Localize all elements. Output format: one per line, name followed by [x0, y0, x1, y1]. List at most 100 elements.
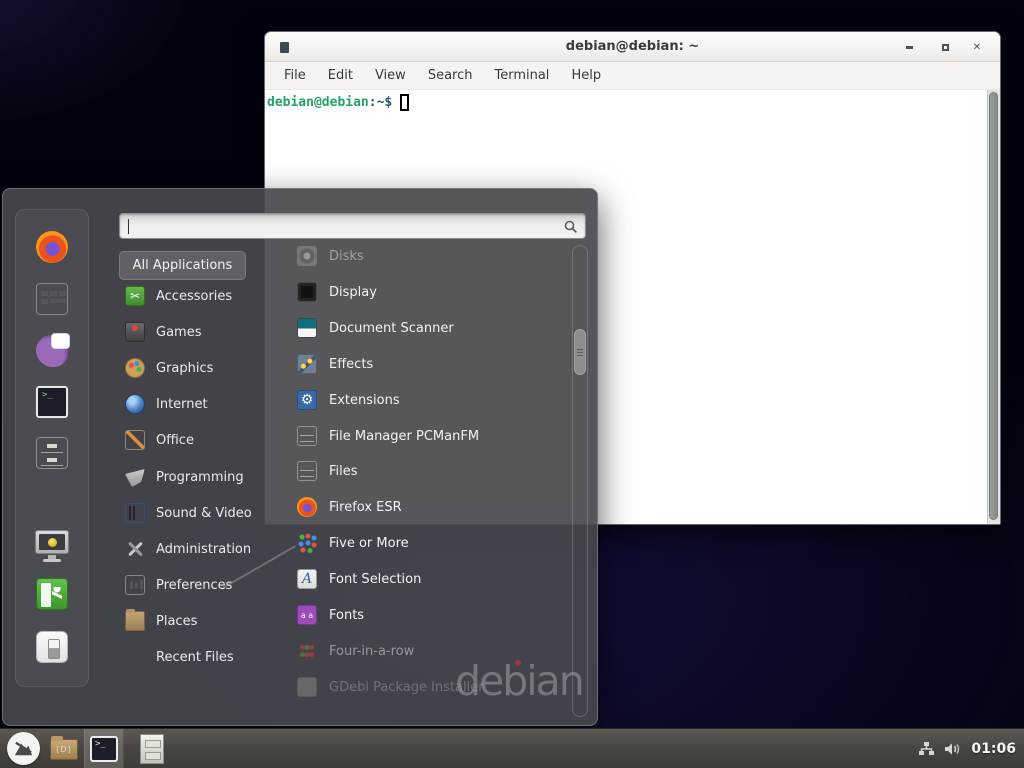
no-icon	[125, 647, 145, 667]
app-label: Font Selection	[329, 572, 421, 587]
terminal-scrollbar[interactable]	[987, 90, 1000, 524]
menu-view[interactable]: View	[364, 62, 417, 90]
search-icon	[564, 220, 578, 234]
close-button[interactable]: ✕	[964, 32, 990, 62]
terminal-titlebar[interactable]: debian@debian: ~ ✕	[265, 32, 1000, 62]
menu-edit[interactable]: Edit	[317, 62, 364, 90]
app-item-firefox-esr[interactable]: Firefox ESR	[285, 492, 569, 522]
category-games[interactable]: Games	[119, 317, 271, 347]
category-label: Programming	[156, 470, 244, 485]
category-programming[interactable]: Programming	[119, 462, 271, 492]
minimize-icon	[906, 46, 913, 49]
start-menu-icon	[12, 737, 35, 760]
favorite-firefox[interactable]	[34, 229, 70, 265]
volume-icon[interactable]	[944, 741, 962, 757]
programming-icon	[125, 467, 145, 487]
file-manager-launcher[interactable]	[48, 733, 80, 765]
app-item-document-scanner[interactable]: Document Scanner	[285, 313, 569, 343]
maximize-button[interactable]	[932, 32, 958, 62]
favorite-pidgin[interactable]	[34, 333, 70, 369]
app-label: Four-in-a-row	[329, 644, 414, 659]
menu-scrollbar-thumb[interactable]	[574, 329, 586, 375]
favorite-file-manager[interactable]	[34, 435, 70, 471]
file-manager-folder-icon	[50, 739, 78, 760]
category-office[interactable]: Office	[119, 425, 271, 455]
category-label: Office	[156, 433, 194, 448]
terminal-menubar: File Edit View Search Terminal Help	[265, 62, 1000, 90]
app-item-files[interactable]: Files	[285, 456, 569, 486]
app-item-effects[interactable]: Effects	[285, 349, 569, 379]
all-applications-button[interactable]: All Applications	[119, 251, 246, 280]
taskbar: 01:06	[0, 728, 1024, 768]
terminal-task-button[interactable]	[84, 729, 124, 768]
category-graphics[interactable]: Graphics	[119, 353, 271, 383]
gdebi-icon	[297, 677, 317, 697]
search-input[interactable]	[128, 216, 548, 236]
sound-video-icon	[125, 503, 145, 523]
app-label: Five or More	[329, 536, 409, 551]
favorite-package-manager[interactable]	[34, 281, 70, 317]
app-item-file-manager-pcmanfm[interactable]: File Manager PCManFM	[285, 421, 569, 451]
app-item-display[interactable]: Display	[285, 277, 569, 307]
five-or-more-icon	[297, 533, 317, 553]
menu-scrollbar[interactable]	[572, 245, 588, 717]
internet-icon	[125, 394, 145, 414]
graphics-icon	[125, 358, 145, 378]
menu-help[interactable]: Help	[560, 62, 612, 90]
category-administration[interactable]: Administration	[119, 534, 271, 564]
terminal-icon	[36, 386, 68, 418]
category-places[interactable]: Places	[119, 606, 271, 636]
clock[interactable]: 01:06	[971, 741, 1016, 757]
debian-watermark: debian	[455, 657, 583, 705]
font-selection-icon	[297, 569, 317, 589]
category-recent-files[interactable]: Recent Files	[119, 642, 271, 672]
firefox-icon	[297, 497, 317, 517]
favorite-log-out[interactable]	[34, 576, 70, 612]
fonts-icon	[297, 605, 317, 625]
network-icon[interactable]	[918, 741, 935, 757]
category-internet[interactable]: Internet	[119, 389, 271, 419]
terminal-cursor	[400, 94, 409, 111]
app-item-disks[interactable]: Disks	[285, 241, 569, 271]
shell-prompt: debian@debian:~$	[265, 90, 1000, 115]
prompt-user-host: debian@debian	[267, 95, 369, 110]
terminal-scrollbar-thumb[interactable]	[989, 92, 998, 520]
app-label: Firefox ESR	[329, 500, 402, 515]
category-label: Recent Files	[156, 650, 234, 665]
menu-terminal[interactable]: Terminal	[483, 62, 560, 90]
category-label: Preferences	[156, 578, 232, 593]
minimize-button[interactable]	[896, 32, 922, 62]
application-menu: All Applications Accessories Games Graph…	[2, 188, 598, 726]
display-icon	[297, 282, 317, 302]
files-launcher[interactable]	[136, 733, 168, 765]
favorite-shutdown[interactable]	[34, 629, 70, 665]
firefox-icon	[36, 231, 68, 263]
category-accessories[interactable]: Accessories	[119, 281, 271, 311]
text-caret	[128, 219, 129, 234]
app-label: Document Scanner	[329, 321, 454, 336]
category-preferences[interactable]: Preferences	[119, 570, 271, 600]
app-label: Effects	[329, 357, 373, 372]
favorite-terminal[interactable]	[34, 384, 70, 420]
start-menu-button[interactable]	[7, 732, 40, 765]
menu-file[interactable]: File	[273, 62, 317, 90]
category-sound-video[interactable]: Sound & Video	[119, 498, 271, 528]
app-label: Extensions	[329, 393, 400, 408]
pidgin-messenger-icon	[36, 335, 68, 367]
app-item-five-or-more[interactable]: Five or More	[285, 528, 569, 558]
app-label: Disks	[329, 249, 364, 264]
favorite-lock-screen[interactable]	[34, 526, 70, 562]
app-item-extensions[interactable]: Extensions	[285, 385, 569, 415]
shutdown-icon	[36, 631, 68, 663]
document-scanner-icon	[297, 318, 317, 338]
disks-icon	[297, 246, 317, 266]
preferences-icon	[125, 575, 145, 595]
administration-icon	[125, 539, 145, 559]
search-box[interactable]	[119, 213, 586, 239]
app-item-fonts[interactable]: Fonts	[285, 600, 569, 630]
app-item-font-selection[interactable]: Font Selection	[285, 564, 569, 594]
all-applications-label: All Applications	[133, 258, 233, 273]
debian-swirl-icon	[515, 660, 521, 666]
files-icon	[297, 461, 317, 481]
menu-search[interactable]: Search	[417, 62, 484, 90]
